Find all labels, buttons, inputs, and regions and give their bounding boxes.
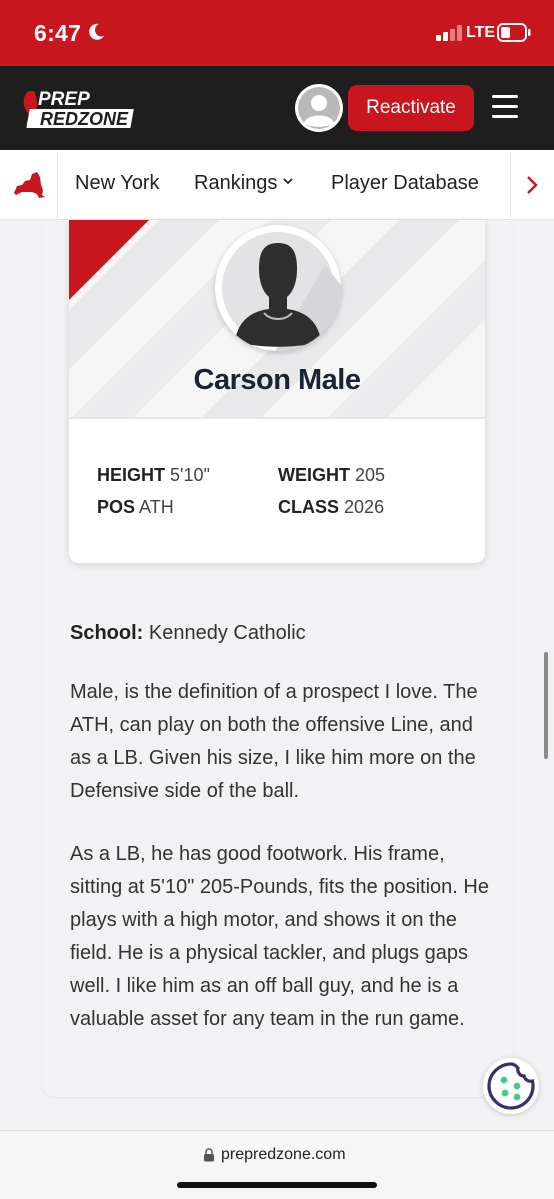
reactivate-button[interactable]: Reactivate xyxy=(348,85,474,131)
stat-class-value: 2026 xyxy=(344,497,385,517)
nav-item-player-database[interactable]: Player Database xyxy=(331,172,479,195)
network-type: LTE xyxy=(466,24,496,41)
stat-position: POS ATH xyxy=(97,497,174,518)
stat-height-label: HEIGHT xyxy=(97,465,166,485)
site-header: PREP REDZONE Reactivate xyxy=(0,66,554,150)
stat-weight-value: 205 xyxy=(355,465,386,485)
url-text[interactable]: prepredzone.com xyxy=(221,1146,346,1164)
stat-pos-value: ATH xyxy=(139,497,174,517)
school-line: School: Kennedy Catholic xyxy=(70,622,306,645)
nav-item-rankings-label: Rankings xyxy=(194,172,278,194)
browser-url-bar[interactable] xyxy=(0,1130,554,1199)
battery-icon xyxy=(497,23,531,42)
nav-item-new-york[interactable]: New York xyxy=(75,172,160,195)
chevron-right-icon[interactable] xyxy=(522,174,542,196)
stat-weight: WEIGHT 205 xyxy=(278,465,385,486)
stat-height-value: 5'10" xyxy=(170,465,210,485)
nav-item-rankings[interactable]: Rankings xyxy=(194,172,294,195)
status-bar: 6:47 LTE xyxy=(0,0,554,66)
prep-redzone-logo[interactable]: PREP REDZONE xyxy=(20,85,142,131)
cookie-icon xyxy=(487,1062,535,1110)
logo-text-prep: PREP xyxy=(38,89,90,110)
stat-class: CLASS 2026 xyxy=(278,497,384,518)
stat-class-label: CLASS xyxy=(278,497,340,517)
stat-weight-label: WEIGHT xyxy=(278,465,350,485)
home-indicator[interactable] xyxy=(177,1182,377,1188)
logo-text-redzone: REDZONE xyxy=(40,109,129,129)
player-name: Carson Male xyxy=(193,364,361,396)
school-label: School: xyxy=(70,622,144,644)
cookie-settings-button[interactable] xyxy=(483,1058,539,1114)
stat-pos-label: POS xyxy=(97,497,136,517)
article-paragraph: Male, is the definition of a prospect I … xyxy=(70,681,478,802)
article-paragraph: As a LB, he has good footwork. His frame… xyxy=(70,843,489,1030)
hamburger-menu-icon[interactable] xyxy=(492,95,520,119)
signal-icon xyxy=(436,25,462,41)
chevron-down-icon xyxy=(283,178,294,185)
status-time: 6:47 xyxy=(34,20,82,46)
new-york-state-icon[interactable] xyxy=(12,171,48,199)
school-value: Kennedy Catholic xyxy=(148,622,306,644)
player-card: Carson Male HEIGHT 5'10" WEIGHT 205 POS … xyxy=(69,220,485,563)
moon-icon xyxy=(89,23,104,40)
stat-height: HEIGHT 5'10" xyxy=(97,465,210,486)
avatar-icon[interactable] xyxy=(295,84,343,132)
player-photo xyxy=(215,225,341,351)
scrollbar[interactable] xyxy=(544,652,548,759)
nav-divider xyxy=(510,152,511,218)
lock-icon xyxy=(204,1148,214,1162)
nav-divider xyxy=(57,152,58,218)
card-divider xyxy=(69,417,485,419)
